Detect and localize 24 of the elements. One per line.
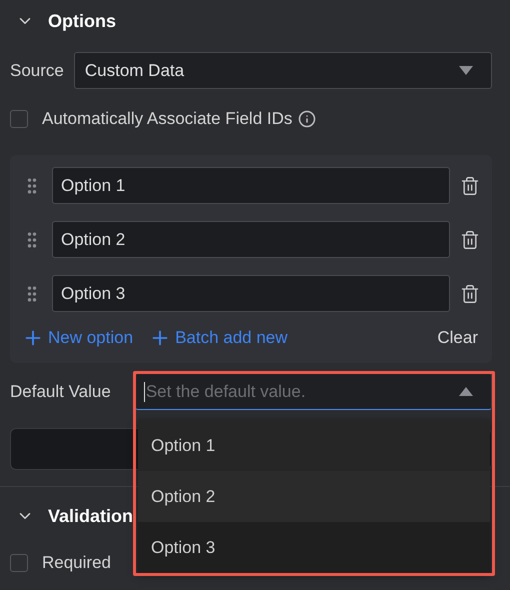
new-option-link[interactable]: New option [22, 327, 134, 349]
checkbox-label: Required [42, 553, 111, 573]
caret-icon [459, 66, 473, 75]
option-input[interactable]: Option 3 [52, 275, 450, 312]
field-label: Default Value [10, 382, 111, 402]
option-input[interactable]: Option 1 [52, 167, 450, 204]
checkbox-label: Automatically Associate Field IDs [42, 109, 292, 129]
option-input[interactable]: Option 2 [52, 221, 450, 258]
trash-icon[interactable] [460, 284, 480, 304]
menu-item[interactable]: Option 2 [138, 471, 490, 522]
section-title: Validation [48, 506, 134, 526]
checkbox[interactable] [10, 554, 28, 572]
checkbox[interactable] [10, 110, 28, 128]
batch-add-link[interactable]: Batch add new [149, 327, 288, 349]
menu-item[interactable]: Option 3 [138, 522, 490, 573]
info-icon[interactable] [298, 110, 316, 128]
field-label: Source [10, 60, 64, 80]
source-select[interactable]: Custom Data [74, 52, 492, 89]
section-title: Options [48, 10, 116, 32]
trash-icon[interactable] [460, 176, 480, 196]
clear-button[interactable]: Clear [437, 328, 480, 348]
trash-icon[interactable] [460, 230, 480, 250]
menu-item[interactable]: Option 1 [138, 420, 490, 471]
caret-icon [459, 387, 473, 396]
